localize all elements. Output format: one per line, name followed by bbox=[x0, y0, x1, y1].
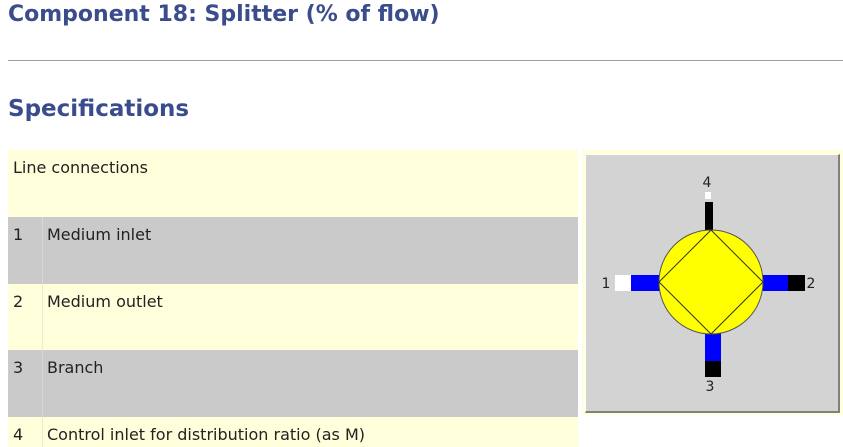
column-divider bbox=[42, 350, 43, 417]
horizontal-divider bbox=[8, 60, 843, 61]
port-label-2: 2 bbox=[807, 276, 816, 292]
port-label-3: 3 bbox=[706, 379, 715, 395]
port-1-pipe bbox=[631, 275, 660, 291]
port-label-4: 4 bbox=[703, 175, 712, 191]
row-label: Medium inlet bbox=[47, 225, 152, 244]
table-row: 2 Medium outlet bbox=[8, 284, 578, 350]
diagram-cell: 4 1 2 3 bbox=[582, 150, 843, 415]
port-1-white-segment bbox=[615, 275, 631, 291]
table-row: 3 Branch bbox=[8, 350, 578, 417]
column-divider bbox=[42, 284, 43, 350]
column-divider bbox=[42, 217, 43, 284]
table-row: 4 Control inlet for distribution ratio (… bbox=[8, 417, 578, 447]
port-4-white-segment bbox=[705, 192, 711, 199]
column-divider bbox=[42, 417, 43, 447]
row-label: Control inlet for distribution ratio (as… bbox=[47, 425, 365, 444]
page-title: Component 18: Splitter (% of flow) bbox=[8, 2, 440, 27]
port-3-pipe bbox=[705, 331, 721, 361]
row-label: Medium outlet bbox=[47, 292, 163, 311]
port-2-black-segment bbox=[788, 275, 805, 291]
splitter-symbol: 4 1 2 3 bbox=[602, 175, 816, 395]
port-label-1: 1 bbox=[602, 276, 611, 292]
port-4-black-segment bbox=[705, 202, 713, 233]
row-number: 2 bbox=[13, 292, 24, 311]
table-row: 1 Medium inlet bbox=[8, 217, 578, 284]
table-header-row: Line connections bbox=[8, 150, 578, 217]
section-heading: Specifications bbox=[8, 96, 190, 122]
port-3-black-segment bbox=[705, 361, 721, 377]
splitter-body bbox=[658, 229, 764, 335]
row-label: Branch bbox=[47, 358, 104, 377]
row-number: 4 bbox=[13, 425, 24, 444]
table-header-label: Line connections bbox=[13, 158, 148, 177]
row-number: 3 bbox=[13, 358, 24, 377]
row-number: 1 bbox=[13, 225, 24, 244]
splitter-diagram: 4 1 2 3 bbox=[585, 154, 840, 413]
